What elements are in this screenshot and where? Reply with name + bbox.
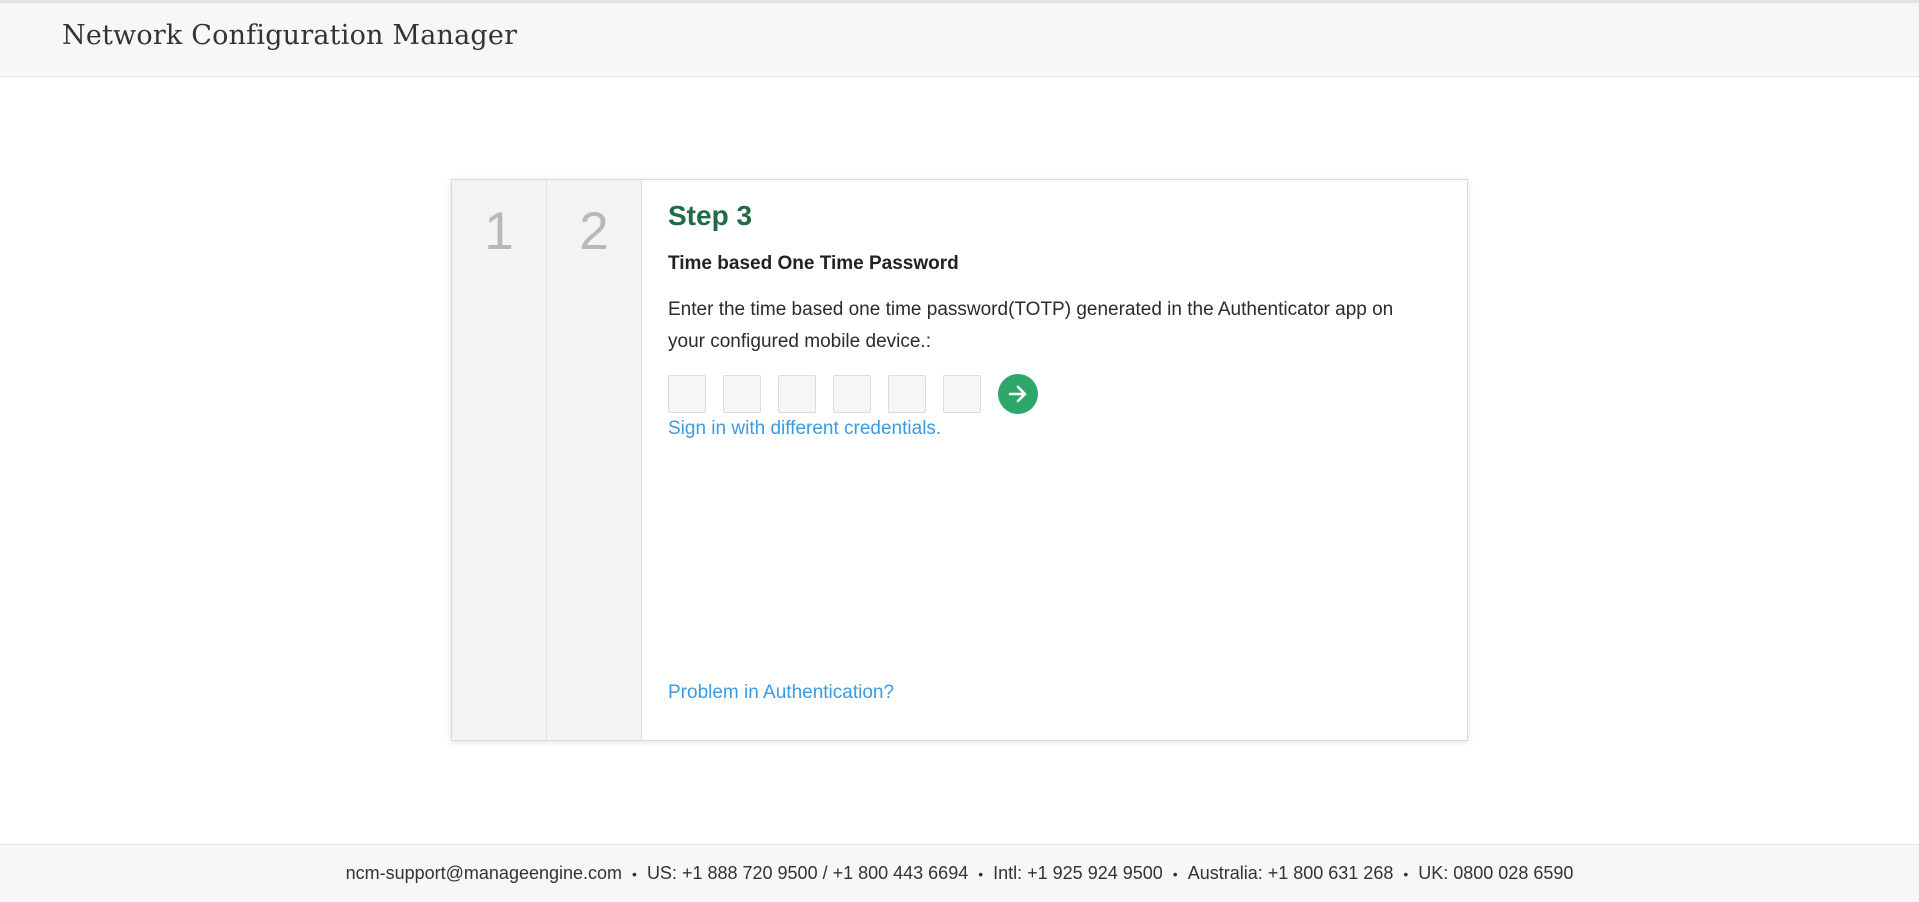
australia-phone: Australia: +1 800 631 268 (1187, 863, 1394, 883)
step-column-2: 2 (547, 180, 642, 740)
footer-bar: ncm-support@manageengine.com • US: +1 88… (0, 844, 1919, 902)
otp-digit-1[interactable] (668, 374, 706, 413)
problem-in-authentication-link[interactable]: Problem in Authentication? (668, 682, 894, 704)
us-phone: US: +1 888 720 9500 / +1 800 443 6694 (646, 863, 969, 883)
otp-input-row (668, 373, 1038, 414)
step-content: Step 3 Time based One Time Password Ente… (668, 180, 1467, 740)
otp-digit-3[interactable] (778, 374, 816, 413)
support-email: ncm-support@manageengine.com (345, 863, 623, 883)
footer-separator: • (1403, 865, 1409, 882)
step-number-1: 1 (484, 202, 514, 261)
otp-digit-4[interactable] (833, 374, 871, 413)
footer-separator: • (1172, 865, 1178, 882)
uk-phone: UK: 0800 028 6590 (1418, 863, 1574, 883)
footer-separator: • (978, 865, 984, 882)
step-subtitle: Time based One Time Password (668, 253, 959, 274)
step-column-1: 1 (452, 180, 547, 740)
otp-digit-5[interactable] (888, 374, 926, 413)
app-title: Network Configuration Manager (62, 20, 518, 51)
submit-otp-button[interactable] (998, 373, 1038, 414)
arrow-right-icon (1008, 385, 1027, 402)
footer-separator: • (632, 865, 637, 882)
sign-in-different-credentials-link[interactable]: Sign in with different credentials. (668, 418, 941, 440)
header-bar: Network Configuration Manager (0, 0, 1919, 77)
otp-digit-6[interactable] (943, 374, 981, 413)
intl-phone: Intl: +1 925 924 9500 (993, 863, 1163, 883)
otp-digit-2[interactable] (723, 374, 761, 413)
instructions-text: Enter the time based one time password(T… (668, 299, 1394, 352)
step-title: Step 3 (668, 200, 753, 231)
page: Network Configuration Manager 1 2 Step 3… (0, 0, 1919, 902)
auth-card: 1 2 Step 3 Time based One Time Password … (451, 179, 1468, 741)
step-number-2: 2 (579, 202, 609, 261)
